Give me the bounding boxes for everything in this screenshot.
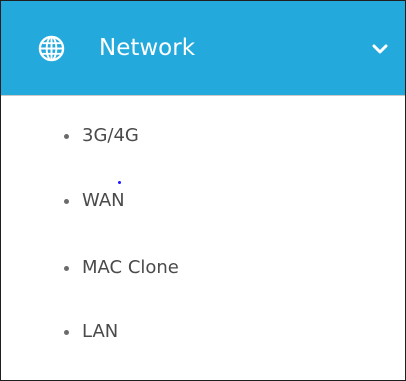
menu-item-lan[interactable]: LAN xyxy=(1,312,405,352)
menu-item-label: WAN xyxy=(82,190,125,211)
menu-item-mac-clone[interactable]: MAC Clone xyxy=(1,248,405,288)
globe-icon xyxy=(38,35,65,62)
chevron-down-icon[interactable] xyxy=(372,43,388,55)
menu-item-3g-4g[interactable]: 3G/4G xyxy=(1,116,405,156)
bullet-icon xyxy=(64,330,69,335)
network-menu-panel: Network 3G/4G WAN MAC Clone LAN xyxy=(0,0,406,381)
network-menu-header[interactable]: Network xyxy=(1,1,405,96)
bullet-icon xyxy=(64,266,69,271)
cursor-dot xyxy=(118,181,121,184)
bullet-icon xyxy=(64,199,69,204)
menu-item-wan[interactable]: WAN xyxy=(1,181,405,221)
menu-item-label: LAN xyxy=(82,321,119,342)
bullet-icon xyxy=(64,134,69,139)
network-menu-title: Network xyxy=(99,35,196,61)
menu-item-label: MAC Clone xyxy=(82,257,179,278)
menu-item-label: 3G/4G xyxy=(82,125,139,146)
